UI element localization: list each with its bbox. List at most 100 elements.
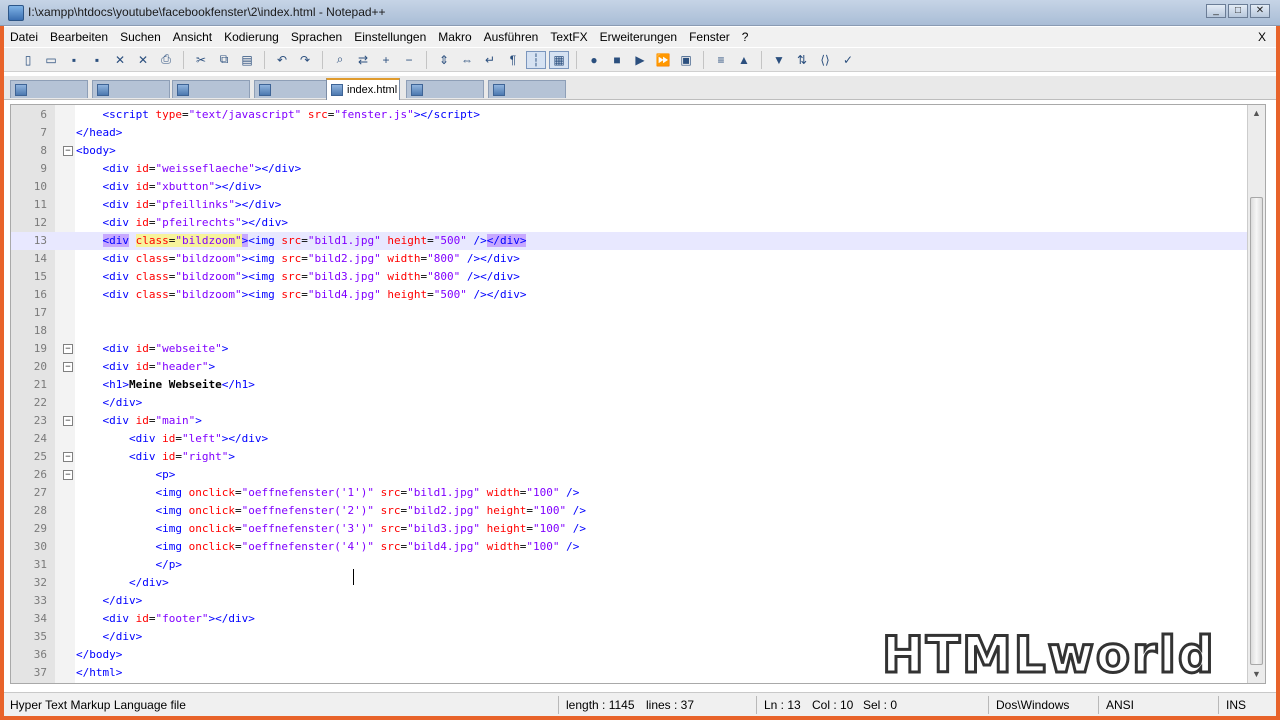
spellcheck-icon[interactable]: ✓ xyxy=(838,51,858,69)
save-icon[interactable]: ▪ xyxy=(64,51,84,69)
vertical-scrollbar[interactable]: ▲ ▼ xyxy=(1247,105,1265,683)
code-line[interactable]: 18 xyxy=(11,322,1247,340)
line-number: 24 xyxy=(33,432,47,445)
code-line[interactable]: 25 − <div id="right"> xyxy=(11,448,1247,466)
code-line[interactable]: 10 <div id="xbutton"></div> xyxy=(11,178,1247,196)
fold-toggle-icon[interactable]: − xyxy=(63,452,73,462)
code-line[interactable]: 7 </head> xyxy=(11,124,1247,142)
print-icon[interactable]: ⎙ xyxy=(156,51,176,69)
code-line[interactable]: 23 − <div id="main"> xyxy=(11,412,1247,430)
code-line[interactable]: 30 <img onclick="oeffnefenster('4')" src… xyxy=(11,538,1247,556)
menu-sprachen[interactable]: Sprachen xyxy=(285,30,348,44)
menu-kodierung[interactable]: Kodierung xyxy=(218,30,285,44)
zoom-in-icon[interactable]: + xyxy=(376,51,396,69)
menu-erweiterungen[interactable]: Erweiterungen xyxy=(594,30,683,44)
run-macro-multiple-icon[interactable]: ⏩ xyxy=(653,51,673,69)
paste-icon[interactable]: ▤ xyxy=(237,51,257,69)
scroll-down-icon[interactable]: ▼ xyxy=(1248,666,1265,683)
all-chars-icon[interactable]: ¶ xyxy=(503,51,523,69)
code-line[interactable]: 22 </div> xyxy=(11,394,1247,412)
document-tab[interactable] xyxy=(92,80,170,98)
tab-index-html[interactable]: index.html xyxy=(326,78,400,100)
code-line[interactable]: 11 <div id="pfeillinks"></div> xyxy=(11,196,1247,214)
up-icon[interactable]: ▲ xyxy=(734,51,754,69)
document-tab[interactable] xyxy=(10,80,88,98)
code-line[interactable]: 32 </div> xyxy=(11,574,1247,592)
menu-einstellungen[interactable]: Einstellungen xyxy=(348,30,432,44)
zoom-out-icon[interactable]: − xyxy=(399,51,419,69)
code-line[interactable]: 8 − <body> xyxy=(11,142,1247,160)
code-line[interactable]: 6 <script type="text/javascript" src="fe… xyxy=(11,106,1247,124)
code-line[interactable]: 26 − <p> xyxy=(11,466,1247,484)
maximize-button[interactable]: □ xyxy=(1228,4,1248,18)
code-line[interactable]: 14 <div class="bildzoom"><img src="bild2… xyxy=(11,250,1247,268)
fold-toggle-icon[interactable]: − xyxy=(63,146,73,156)
menu-ausführen[interactable]: Ausführen xyxy=(478,30,545,44)
fold-toggle-icon[interactable]: − xyxy=(63,362,73,372)
menu-makro[interactable]: Makro xyxy=(432,30,477,44)
open-file-icon[interactable]: ▭ xyxy=(41,51,61,69)
save-all-icon[interactable]: ▪ xyxy=(87,51,107,69)
play-macro-icon[interactable]: ▶ xyxy=(630,51,650,69)
replace-icon[interactable]: ⇄ xyxy=(353,51,373,69)
document-icon xyxy=(493,83,505,96)
document-tab[interactable] xyxy=(172,80,250,98)
code-line[interactable]: 33 </div> xyxy=(11,592,1247,610)
wrap-icon[interactable]: ↵ xyxy=(480,51,500,69)
menu-suchen[interactable]: Suchen xyxy=(114,30,167,44)
menu-datei[interactable]: Datei xyxy=(4,30,44,44)
menu-?[interactable]: ? xyxy=(736,30,755,44)
copy-icon[interactable]: ⧉ xyxy=(214,51,234,69)
code-line[interactable]: 17 xyxy=(11,304,1247,322)
fold-toggle-icon[interactable]: − xyxy=(63,416,73,426)
trim-icon[interactable]: ≡ xyxy=(711,51,731,69)
udl-icon[interactable]: ▦ xyxy=(549,50,569,69)
find-icon[interactable]: ⌕ xyxy=(330,51,350,69)
menu-textfx[interactable]: TextFX xyxy=(544,30,593,44)
scroll-up-icon[interactable]: ▲ xyxy=(1248,105,1265,122)
sync-v-icon[interactable]: ⇕ xyxy=(434,51,454,69)
stop-macro-icon[interactable]: ■ xyxy=(607,51,627,69)
code-line[interactable]: 27 <img onclick="oeffnefenster('1')" src… xyxy=(11,484,1247,502)
undo-icon[interactable]: ↶ xyxy=(272,51,292,69)
fold-toggle-icon[interactable]: − xyxy=(63,470,73,480)
code-line[interactable]: 28 <img onclick="oeffnefenster('2')" src… xyxy=(11,502,1247,520)
code-line[interactable]: 9 <div id="weisseflaeche"></div> xyxy=(11,160,1247,178)
code-line[interactable]: 16 <div class="bildzoom"><img src="bild4… xyxy=(11,286,1247,304)
sort-icon[interactable]: ⇅ xyxy=(792,51,812,69)
cut-icon[interactable]: ✂ xyxy=(191,51,211,69)
code-line[interactable]: 13 <div class="bildzoom"><img src="bild1… xyxy=(11,232,1247,250)
code-line[interactable]: 24 <div id="left"></div> xyxy=(11,430,1247,448)
scroll-thumb[interactable] xyxy=(1250,197,1263,665)
close-all-icon[interactable]: ✕ xyxy=(133,51,153,69)
tag-icon[interactable]: ⟨⟩ xyxy=(815,51,835,69)
code-line[interactable]: 12 <div id="pfeilrechts"></div> xyxy=(11,214,1247,232)
document-tab[interactable] xyxy=(488,80,566,98)
document-icon xyxy=(411,83,423,96)
minimize-button[interactable]: _ xyxy=(1206,4,1226,18)
code-line[interactable]: 20 − <div id="header"> xyxy=(11,358,1247,376)
record-macro-icon[interactable]: ● xyxy=(584,51,604,69)
redo-icon[interactable]: ↷ xyxy=(295,51,315,69)
new-file-icon[interactable]: ▯ xyxy=(18,51,38,69)
menu-ansicht[interactable]: Ansicht xyxy=(167,30,218,44)
code-line[interactable]: 15 <div class="bildzoom"><img src="bild3… xyxy=(11,268,1247,286)
sync-h-icon[interactable]: ⇔ xyxy=(457,51,477,69)
code-line[interactable]: 21 <h1>Meine Webseite</h1> xyxy=(11,376,1247,394)
document-tab[interactable] xyxy=(406,80,484,98)
code-line[interactable]: 31 </p> xyxy=(11,556,1247,574)
code-editor[interactable]: 6 <script type="text/javascript" src="fe… xyxy=(10,104,1266,684)
menu-bearbeiten[interactable]: Bearbeiten xyxy=(44,30,114,44)
code-line[interactable]: 29 <img onclick="oeffnefenster('3')" src… xyxy=(11,520,1247,538)
document-tab[interactable] xyxy=(254,80,332,98)
close-document-button[interactable]: X xyxy=(1258,30,1266,44)
code-line[interactable]: 19 − <div id="webseite"> xyxy=(11,340,1247,358)
indent-guide-icon[interactable]: ┆ xyxy=(526,50,546,69)
fold-toggle-icon[interactable]: − xyxy=(63,344,73,354)
save-macro-icon[interactable]: ▣ xyxy=(676,51,696,69)
code-area[interactable]: 6 <script type="text/javascript" src="fe… xyxy=(11,105,1247,683)
down-icon[interactable]: ▼ xyxy=(769,51,789,69)
close-window-button[interactable]: ✕ xyxy=(1250,4,1270,18)
close-icon[interactable]: ✕ xyxy=(110,51,130,69)
menu-fenster[interactable]: Fenster xyxy=(683,30,736,44)
